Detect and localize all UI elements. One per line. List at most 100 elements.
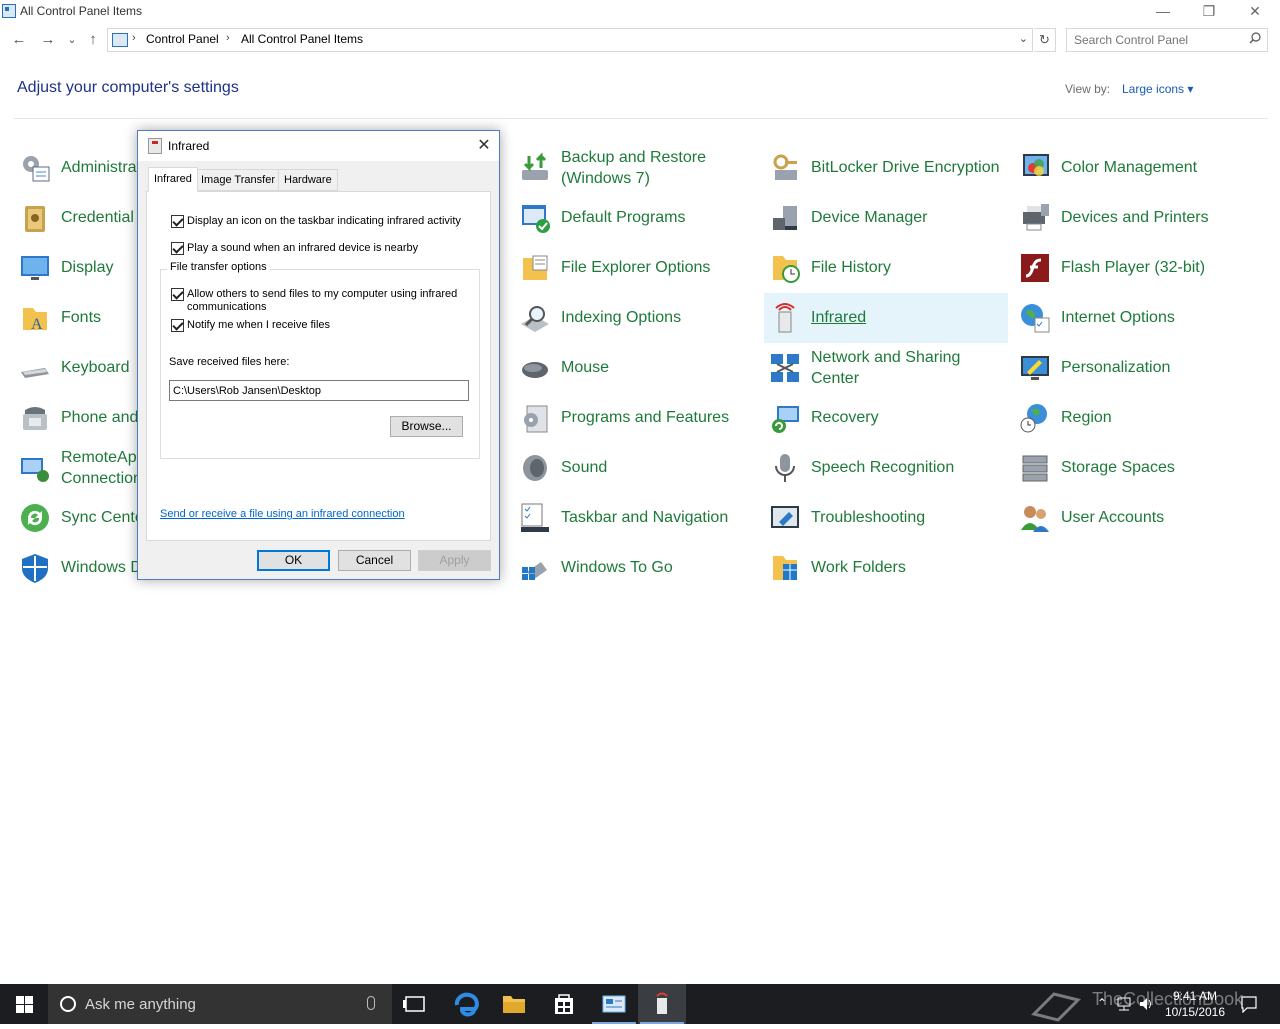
dialog-title-bar[interactable]: Infrared ✕ bbox=[138, 131, 499, 161]
printer-icon bbox=[1023, 204, 1049, 231]
edge-button[interactable] bbox=[442, 984, 490, 1024]
up-button[interactable]: ↑ bbox=[83, 30, 103, 50]
close-button[interactable]: ✕ bbox=[1232, 0, 1278, 24]
notify-checkbox[interactable] bbox=[171, 319, 184, 332]
start-button[interactable] bbox=[0, 984, 48, 1024]
action-center-icon[interactable] bbox=[1240, 995, 1258, 1013]
notify-checkbox-label: Notify me when I receive files bbox=[187, 319, 331, 331]
item-network-and-sharing[interactable]: Network and Sharing Center bbox=[764, 343, 1008, 393]
chevron-right-icon[interactable]: › bbox=[226, 32, 230, 44]
item-backup-and-restore[interactable]: Backup and Restore (Windows 7) bbox=[514, 143, 758, 193]
allow-send-checkbox[interactable] bbox=[171, 288, 184, 301]
cortana-search-box[interactable]: Ask me anything bbox=[48, 984, 392, 1024]
play-sound-checkbox[interactable] bbox=[171, 242, 184, 255]
item-windows-to-go[interactable]: Windows To Go bbox=[514, 543, 758, 593]
store-button[interactable] bbox=[540, 984, 588, 1024]
item-label: Display bbox=[61, 259, 114, 276]
item-color-management[interactable]: Color Management bbox=[1014, 143, 1258, 193]
bitlocker-icon bbox=[773, 154, 797, 180]
item-label: Infrared bbox=[811, 309, 867, 326]
item-device-manager[interactable]: Device Manager bbox=[764, 193, 1008, 243]
divider bbox=[14, 118, 1268, 119]
item-label: Default Programs bbox=[561, 209, 686, 226]
control-panel-icon bbox=[602, 995, 626, 1013]
allow-send-checkbox-label: Allow others to send files to my compute… bbox=[187, 288, 458, 313]
item-work-folders[interactable]: Work Folders bbox=[764, 543, 1008, 593]
item-taskbar-and-navigation[interactable]: Taskbar and Navigation bbox=[514, 493, 758, 543]
item-sound[interactable]: Sound bbox=[514, 443, 758, 493]
infrared-taskbar-button[interactable] bbox=[638, 984, 686, 1024]
users-icon bbox=[1021, 506, 1049, 532]
file-explorer-button[interactable] bbox=[490, 984, 538, 1024]
minimize-button[interactable]: — bbox=[1140, 0, 1186, 24]
show-hidden-icons-button[interactable]: ⌃ bbox=[1097, 996, 1107, 1010]
item-mouse[interactable]: Mouse bbox=[514, 343, 758, 393]
item-storage-spaces[interactable]: Storage Spaces bbox=[1014, 443, 1258, 493]
chevron-down-icon[interactable]: ⌄ bbox=[1019, 32, 1028, 45]
back-button[interactable]: ← bbox=[9, 30, 29, 50]
item-label: Personalization bbox=[1061, 359, 1171, 376]
breadcrumb-all-items[interactable]: All Control Panel Items bbox=[241, 32, 363, 46]
item-file-explorer-options[interactable]: File Explorer Options bbox=[514, 243, 758, 293]
view-by-dropdown[interactable]: Large icons ▾ bbox=[1122, 82, 1193, 96]
item-default-programs[interactable]: Default Programs bbox=[514, 193, 758, 243]
dialog-close-button[interactable]: ✕ bbox=[472, 135, 496, 157]
restore-button[interactable]: ❐ bbox=[1186, 0, 1232, 24]
taskbar-clock[interactable]: 9:41 AM 10/15/2016 bbox=[1160, 988, 1230, 1020]
save-location-field[interactable] bbox=[169, 380, 469, 401]
chevron-right-icon[interactable]: › bbox=[132, 32, 136, 44]
item-devices-and-printers[interactable]: Devices and Printers bbox=[1014, 193, 1258, 243]
personalization-icon bbox=[1021, 356, 1049, 380]
backup-icon bbox=[522, 152, 548, 180]
tab-hardware[interactable]: Hardware bbox=[278, 169, 338, 191]
item-programs-and-features[interactable]: Programs and Features bbox=[514, 393, 758, 443]
indexing-icon bbox=[521, 306, 549, 332]
item-recovery[interactable]: Recovery bbox=[764, 393, 1008, 443]
cortana-placeholder: Ask me anything bbox=[85, 996, 196, 1013]
item-label: Work Folders bbox=[811, 559, 906, 576]
play-sound-checkbox-label: Play a sound when an infrared device is … bbox=[187, 242, 419, 254]
search-box[interactable] bbox=[1066, 28, 1268, 52]
item-infrared[interactable]: Infrared bbox=[764, 293, 1008, 343]
item-region[interactable]: Region bbox=[1014, 393, 1258, 443]
breadcrumb-control-panel[interactable]: Control Panel bbox=[146, 32, 219, 46]
control-panel-taskbar-button[interactable] bbox=[590, 984, 638, 1024]
recent-locations-button[interactable]: ⌄ bbox=[62, 30, 82, 50]
taskbar: Ask me anything TheCollectionBook ⌃ 9:41… bbox=[0, 984, 1280, 1024]
refresh-button[interactable]: ↻ bbox=[1034, 28, 1056, 52]
item-internet-options[interactable]: Internet Options bbox=[1014, 293, 1258, 343]
mouse-icon bbox=[522, 362, 548, 378]
device-manager-icon bbox=[773, 206, 797, 230]
microphone-icon[interactable] bbox=[367, 996, 375, 1010]
item-troubleshooting[interactable]: Troubleshooting bbox=[764, 493, 1008, 543]
item-file-history[interactable]: File History bbox=[764, 243, 1008, 293]
item-label: Internet Options bbox=[1061, 309, 1175, 326]
item-speech-recognition[interactable]: Speech Recognition bbox=[764, 443, 1008, 493]
item-bitlocker[interactable]: BitLocker Drive Encryption bbox=[764, 143, 1008, 193]
item-flash-player[interactable]: Flash Player (32-bit) bbox=[1014, 243, 1258, 293]
ok-button[interactable]: OK bbox=[257, 550, 330, 571]
windows-logo-icon bbox=[25, 1005, 33, 1013]
item-label: Speech Recognition bbox=[811, 459, 955, 476]
volume-icon[interactable] bbox=[1138, 996, 1156, 1012]
tab-infrared[interactable]: Infrared bbox=[148, 167, 198, 192]
item-indexing-options[interactable]: Indexing Options bbox=[514, 293, 758, 343]
apply-button[interactable]: Apply bbox=[418, 550, 491, 571]
browse-button[interactable]: Browse... bbox=[390, 416, 463, 437]
cancel-button[interactable]: Cancel bbox=[338, 550, 411, 571]
search-input[interactable] bbox=[1074, 32, 1244, 48]
shield-icon bbox=[22, 554, 48, 583]
address-bar[interactable]: › Control Panel › All Control Panel Item… bbox=[107, 28, 1033, 52]
taskbar-icon-checkbox[interactable] bbox=[171, 215, 184, 228]
forward-button[interactable]: → bbox=[38, 30, 58, 50]
item-personalization[interactable]: Personalization bbox=[1014, 343, 1258, 393]
fonts-icon: A bbox=[23, 308, 47, 333]
task-view-button[interactable] bbox=[392, 984, 440, 1024]
tab-image-transfer[interactable]: Image Transfer bbox=[195, 169, 281, 191]
item-user-accounts[interactable]: User Accounts bbox=[1014, 493, 1258, 543]
item-label: Troubleshooting bbox=[811, 509, 926, 526]
send-receive-link[interactable]: Send or receive a file using an infrared… bbox=[160, 508, 405, 520]
control-panel-window: All Control Panel Items — ❐ ✕ ← → ⌄ ↑ › … bbox=[0, 0, 1280, 984]
network-icon[interactable] bbox=[1116, 996, 1134, 1012]
window-title: All Control Panel Items bbox=[20, 4, 143, 18]
